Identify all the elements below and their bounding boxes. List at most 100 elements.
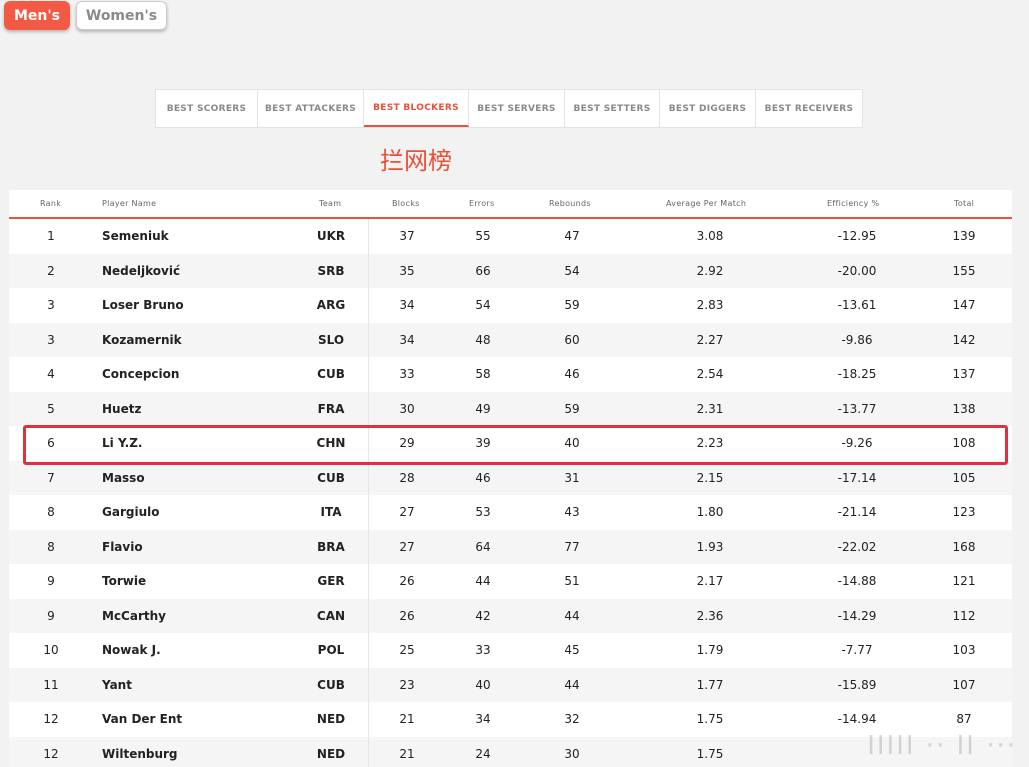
cell-rank: 5 [47,401,55,416]
cell-player-name[interactable]: Flavio [102,540,143,554]
cell-player-name[interactable]: Van Der Ent [102,712,182,726]
cell-total: 121 [952,574,976,589]
cell-total: 107 [952,677,976,692]
cell-average: 2.92 [696,263,724,278]
cell-errors: 48 [475,332,491,347]
cell-rank: 12 [43,746,59,761]
col-header-rank[interactable]: Rank [40,199,61,208]
cell-player-name[interactable]: Semeniuk [102,229,169,243]
cell-player-name[interactable]: Masso [102,471,145,485]
table-row[interactable]: 12 Van Der Ent NED 21 34 32 1.75 -14.94 87 [9,702,1012,737]
cell-team: ITA [320,505,342,520]
cell-rank: 4 [47,367,55,382]
cell-blocks: 28 [399,470,415,485]
cell-team: UKR [316,229,346,244]
cell-blocks: 25 [399,643,415,658]
cell-average: 2.23 [696,436,724,451]
tab-best-blockers[interactable]: BEST BLOCKERS [364,90,469,127]
cell-player-name[interactable]: Wiltenburg [102,747,178,761]
cell-team: CAN [316,608,346,623]
cell-blocks: 34 [399,298,415,313]
cell-rebounds: 51 [564,574,580,589]
watermark: IIIII ·· II ··· [867,731,1017,761]
mens-tab[interactable]: Men's [4,1,70,30]
cell-team: BRA [317,539,345,554]
col-header-blocks[interactable]: Blocks [392,199,420,208]
table-row[interactable]: 2 Nedeljković SRB 35 66 54 2.92 -20.00 155 [9,253,1012,288]
col-header-total[interactable]: Total [954,199,974,208]
tab-best-diggers[interactable]: BEST DIGGERS [660,90,756,127]
table-row[interactable]: 3 Kozamernik SLO 34 48 60 2.27 -9.86 142 [9,322,1012,357]
cell-rebounds: 45 [564,643,580,658]
table-row[interactable]: 8 Flavio BRA 27 64 77 1.93 -22.02 168 [9,529,1012,564]
col-header-average-per-match[interactable]: Average Per Match [666,199,746,208]
col-header-team[interactable]: Team [319,199,341,208]
tab-best-attackers[interactable]: BEST ATTACKERS [258,90,364,127]
cell-team: CUB [317,367,345,382]
table-row[interactable]: 9 McCarthy CAN 26 42 44 2.36 -14.29 112 [9,598,1012,633]
cell-player-name[interactable]: Nedeljković [102,264,180,278]
cell-total: 138 [952,401,976,416]
cell-efficiency: -14.29 [837,608,877,623]
womens-tab[interactable]: Women's [76,1,167,30]
cell-efficiency: -9.26 [841,436,873,451]
cell-blocks: 34 [399,332,415,347]
cell-efficiency: -13.77 [837,401,877,416]
table-row[interactable]: 4 Concepcion CUB 33 58 46 2.54 -18.25 137 [9,357,1012,392]
cell-average: 2.31 [696,401,724,416]
cell-average: 3.08 [696,229,724,244]
cell-efficiency: -9.86 [841,332,873,347]
col-header-errors[interactable]: Errors [469,199,494,208]
cell-efficiency: -22.02 [837,539,877,554]
table-row[interactable]: 3 Loser Bruno ARG 34 54 59 2.83 -13.61 147 [9,288,1012,323]
tab-best-receivers[interactable]: BEST RECEIVERS [756,90,862,127]
table-row[interactable]: 10 Nowak J. POL 25 33 45 1.79 -7.77 103 [9,633,1012,668]
cell-player-name[interactable]: Kozamernik [102,333,182,347]
cell-player-name[interactable]: Torwie [102,574,146,588]
table-row[interactable]: 8 Gargiulo ITA 27 53 43 1.80 -21.14 123 [9,495,1012,530]
cell-average: 2.15 [696,470,724,485]
col-header-efficiency[interactable]: Efficiency % [827,199,879,208]
cell-rebounds: 40 [564,436,580,451]
cell-efficiency: -12.95 [837,229,877,244]
cell-player-name[interactable]: Yant [102,678,132,692]
cell-player-name[interactable]: McCarthy [102,609,166,623]
cell-total: 103 [952,643,976,658]
section-title: 拦网榜 [380,147,452,175]
cell-rank: 6 [47,436,55,451]
table-row[interactable]: 5 Huetz FRA 30 49 59 2.31 -13.77 138 [9,391,1012,426]
cell-total: 108 [952,436,976,451]
cell-player-name[interactable]: Gargiulo [102,505,159,519]
cell-rebounds: 46 [564,367,580,382]
col-header-rebounds[interactable]: Rebounds [549,199,591,208]
cell-player-name[interactable]: Li Y.Z. [102,436,142,450]
tab-best-scorers[interactable]: BEST SCORERS [156,90,258,127]
cell-rebounds: 60 [564,332,580,347]
cell-player-name[interactable]: Nowak J. [102,643,161,657]
cell-player-name[interactable]: Huetz [102,402,141,416]
cell-average: 1.75 [696,746,724,761]
table-row[interactable]: 9 Torwie GER 26 44 51 2.17 -14.88 121 [9,564,1012,599]
table-row[interactable]: 11 Yant CUB 23 40 44 1.77 -15.89 107 [9,667,1012,702]
cell-rebounds: 59 [564,298,580,313]
cell-average: 2.27 [696,332,724,347]
cell-player-name[interactable]: Loser Bruno [102,298,184,312]
table-row[interactable]: 6 Li Y.Z. CHN 29 39 40 2.23 -9.26 108 [9,426,1012,461]
cell-total: 147 [952,298,976,313]
cell-player-name[interactable]: Concepcion [102,367,179,381]
cell-blocks: 29 [399,436,415,451]
cell-rebounds: 32 [564,712,580,727]
table-row[interactable]: 12 Wiltenburg NED 21 24 30 1.75 [9,736,1012,767]
cell-total: 137 [952,367,976,382]
cell-rebounds: 30 [564,746,580,761]
table-row[interactable]: 1 Semeniuk UKR 37 55 47 3.08 -12.95 139 [9,219,1012,254]
cell-total: 112 [952,608,976,623]
tab-best-servers[interactable]: BEST SERVERS [469,90,565,127]
tab-best-setters[interactable]: BEST SETTERS [565,90,660,127]
table-row[interactable]: 7 Masso CUB 28 46 31 2.15 -17.14 105 [9,460,1012,495]
col-header-player-name[interactable]: Player Name [102,199,156,208]
cell-efficiency: -15.89 [837,677,877,692]
cell-rebounds: 44 [564,608,580,623]
cell-team: GER [317,574,345,589]
cell-errors: 54 [475,298,491,313]
